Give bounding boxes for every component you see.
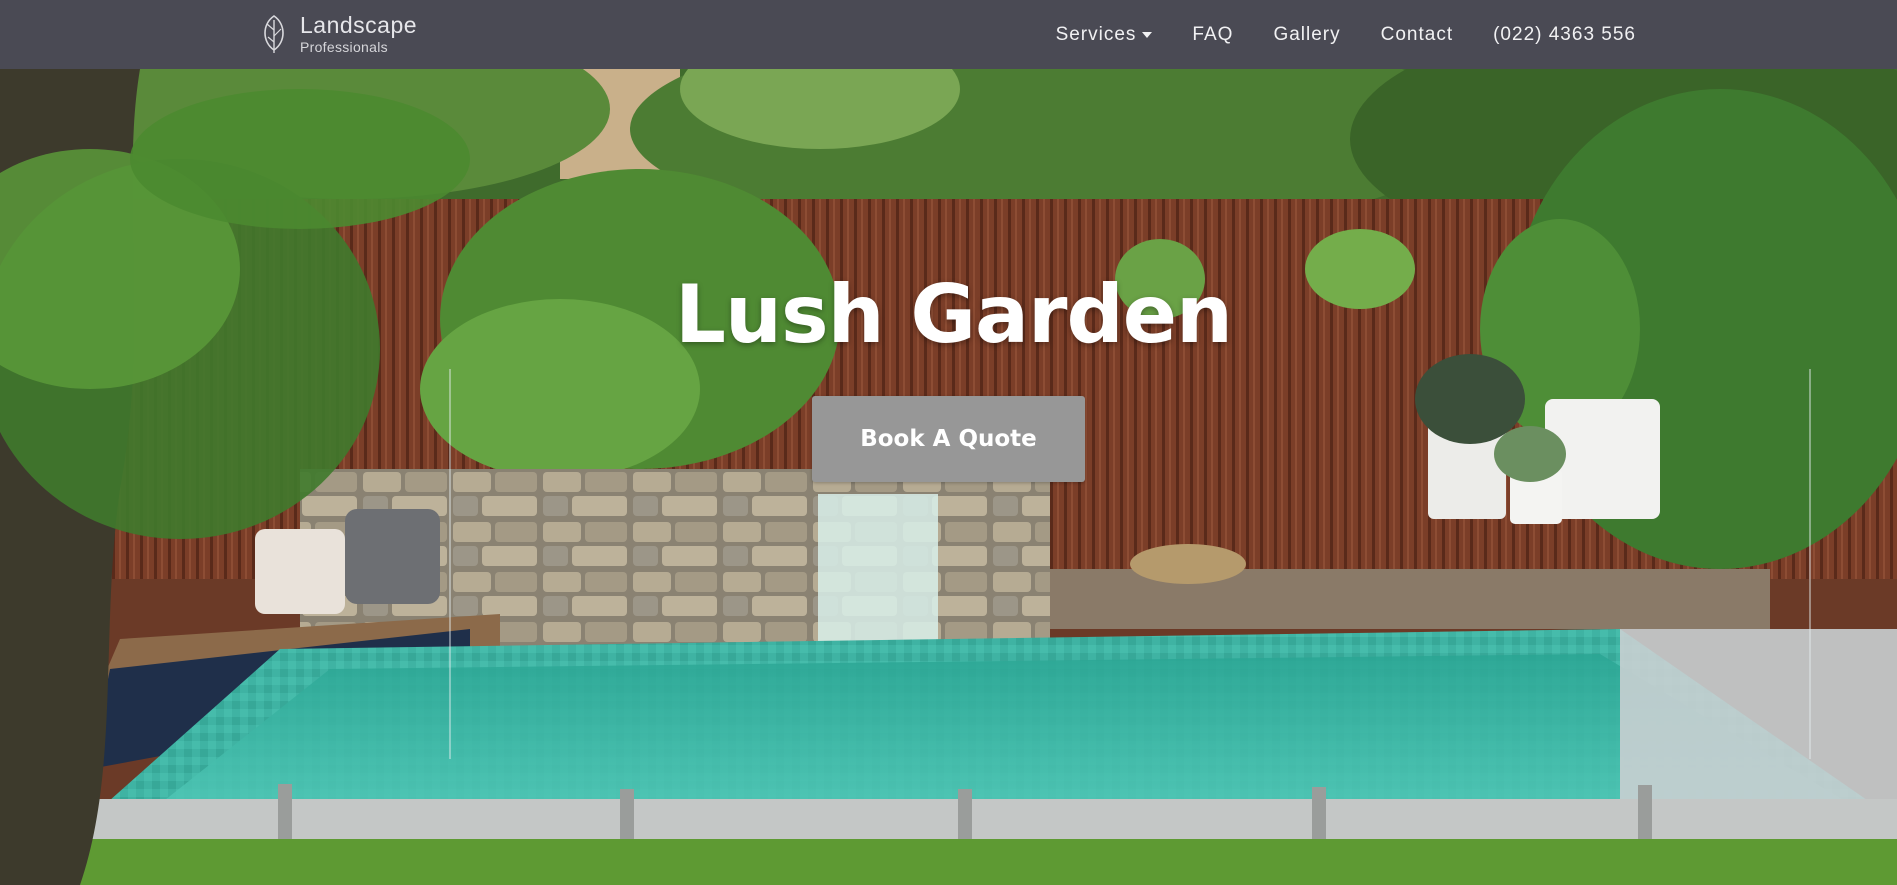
brand-tagline: Professionals <box>300 39 388 55</box>
nav-item-gallery-label: Gallery <box>1273 23 1341 45</box>
nav-item-services-label: Services <box>1055 23 1137 45</box>
brand-name: Landscape <box>300 12 418 38</box>
nav-item-services[interactable]: Services <box>1056 24 1153 46</box>
hero-title: Lush Garden <box>675 267 1233 361</box>
hero-section: Lush Garden Book A Quote <box>0 69 1897 885</box>
nav-item-contact-label: Contact <box>1380 23 1454 45</box>
nav-item-contact[interactable]: Contact <box>1381 24 1453 46</box>
nav-item-faq-label: FAQ <box>1192 23 1234 45</box>
main-nav: Services FAQ Gallery Contact (022) 4363 … <box>1016 0 1897 69</box>
nav-item-faq[interactable]: FAQ <box>1192 24 1233 46</box>
leaf-icon <box>264 15 284 53</box>
nav-item-gallery[interactable]: Gallery <box>1273 24 1340 46</box>
nav-item-phone-label: (022) 4363 556 <box>1493 23 1636 45</box>
nav-item-phone[interactable]: (022) 4363 556 <box>1493 24 1636 46</box>
top-navbar: Landscape Professionals Services FAQ Gal… <box>0 0 1897 69</box>
caret-down-icon <box>1142 31 1153 38</box>
brand-logo-link[interactable]: Landscape Professionals <box>258 12 417 56</box>
brand-text: Landscape Professionals <box>300 12 418 55</box>
book-a-quote-button[interactable]: Book A Quote <box>812 396 1085 482</box>
